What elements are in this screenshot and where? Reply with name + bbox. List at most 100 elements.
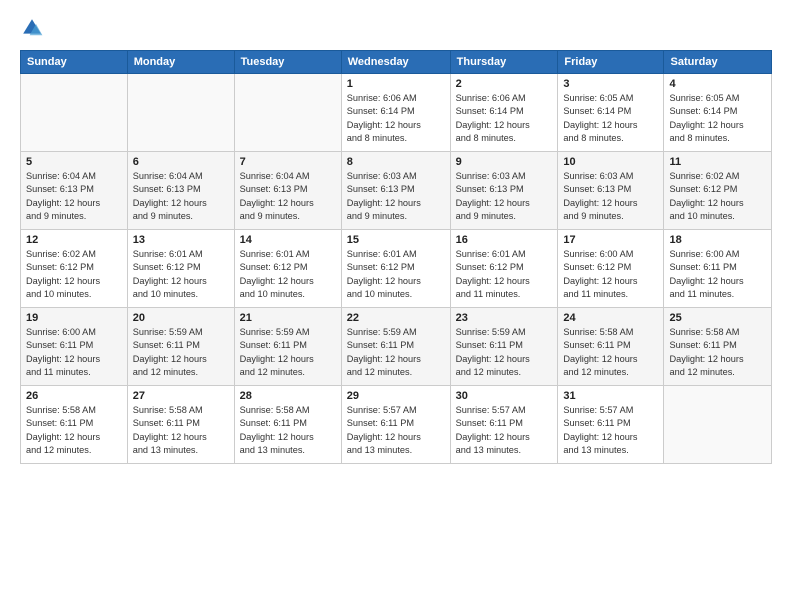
day-info: Sunrise: 6:06 AM Sunset: 6:14 PM Dayligh… (456, 92, 553, 145)
calendar-cell: 22 Sunrise: 5:59 AM Sunset: 6:11 PM Dayli… (341, 308, 450, 386)
day-number: 5 (26, 156, 122, 168)
day-number: 2 (456, 78, 553, 90)
day-number: 19 (26, 312, 122, 324)
day-info: Sunrise: 5:58 AM Sunset: 6:11 PM Dayligh… (563, 326, 658, 379)
day-number: 7 (240, 156, 336, 168)
day-number: 6 (133, 156, 229, 168)
calendar-cell: 14Sunrise: 6:01 AM Sunset: 6:12 PM Dayli… (234, 230, 341, 308)
calendar-day-header: Thursday (450, 51, 558, 74)
day-info: Sunrise: 5:58 AM Sunset: 6:11 PM Dayligh… (240, 404, 336, 457)
day-info: Sunrise: 6:02 AM Sunset: 6:12 PM Dayligh… (26, 248, 122, 301)
day-info: Sunrise: 6:00 AM Sunset: 6:11 PM Dayligh… (669, 248, 766, 301)
header (20, 16, 772, 40)
calendar-day-header: Saturday (664, 51, 772, 74)
logo (20, 16, 46, 40)
calendar-week-row: 19Sunrise: 6:00 AM Sunset: 6:11 PM Dayli… (21, 308, 772, 386)
calendar-day-header: Monday (127, 51, 234, 74)
calendar-cell: 31 Sunrise: 5:57 AM Sunset: 6:11 PM Dayli… (558, 386, 664, 464)
calendar-cell: 20 Sunrise: 5:59 AM Sunset: 6:11 PM Dayli… (127, 308, 234, 386)
calendar-cell: 8 Sunrise: 6:03 AM Sunset: 6:13 PM Daylig… (341, 152, 450, 230)
calendar-cell: 30Sunrise: 5:57 AM Sunset: 6:11 PM Dayli… (450, 386, 558, 464)
calendar-week-row: 5 Sunrise: 6:04 AM Sunset: 6:13 PM Daylig… (21, 152, 772, 230)
calendar-cell: 11Sunrise: 6:02 AM Sunset: 6:12 PM Dayli… (664, 152, 772, 230)
calendar-day-header: Friday (558, 51, 664, 74)
day-number: 18 (669, 234, 766, 246)
day-number: 10 (563, 156, 658, 168)
day-info: Sunrise: 5:59 AM Sunset: 6:11 PM Dayligh… (133, 326, 229, 379)
calendar-cell (234, 74, 341, 152)
day-info: Sunrise: 6:00 AM Sunset: 6:12 PM Dayligh… (563, 248, 658, 301)
day-info: Sunrise: 6:01 AM Sunset: 6:12 PM Dayligh… (347, 248, 445, 301)
calendar-cell: 9 Sunrise: 6:03 AM Sunset: 6:13 PM Daylig… (450, 152, 558, 230)
calendar-header-row: SundayMondayTuesdayWednesdayThursdayFrid… (21, 51, 772, 74)
calendar-cell: 25 Sunrise: 5:58 AM Sunset: 6:11 PM Dayli… (664, 308, 772, 386)
calendar-cell: 10 Sunrise: 6:03 AM Sunset: 6:13 PM Dayli… (558, 152, 664, 230)
day-info: Sunrise: 6:03 AM Sunset: 6:13 PM Dayligh… (456, 170, 553, 223)
day-info: Sunrise: 6:01 AM Sunset: 6:12 PM Dayligh… (456, 248, 553, 301)
day-info: Sunrise: 5:58 AM Sunset: 6:11 PM Dayligh… (26, 404, 122, 457)
day-info: Sunrise: 6:04 AM Sunset: 6:13 PM Dayligh… (240, 170, 336, 223)
day-number: 27 (133, 390, 229, 402)
day-info: Sunrise: 6:03 AM Sunset: 6:13 PM Dayligh… (563, 170, 658, 223)
calendar-cell: 24 Sunrise: 5:58 AM Sunset: 6:11 PM Dayli… (558, 308, 664, 386)
day-number: 16 (456, 234, 553, 246)
day-number: 20 (133, 312, 229, 324)
day-info: Sunrise: 5:59 AM Sunset: 6:11 PM Dayligh… (240, 326, 336, 379)
calendar-day-header: Tuesday (234, 51, 341, 74)
day-number: 3 (563, 78, 658, 90)
day-number: 24 (563, 312, 658, 324)
day-number: 1 (347, 78, 445, 90)
day-number: 26 (26, 390, 122, 402)
calendar-cell: 29 Sunrise: 5:57 AM Sunset: 6:11 PM Dayli… (341, 386, 450, 464)
calendar-week-row: 26 Sunrise: 5:58 AM Sunset: 6:11 PM Dayli… (21, 386, 772, 464)
calendar-cell: 21Sunrise: 5:59 AM Sunset: 6:11 PM Dayli… (234, 308, 341, 386)
calendar-cell (664, 386, 772, 464)
calendar-table: SundayMondayTuesdayWednesdayThursdayFrid… (20, 50, 772, 464)
day-number: 31 (563, 390, 658, 402)
day-info: Sunrise: 6:01 AM Sunset: 6:12 PM Dayligh… (133, 248, 229, 301)
day-number: 29 (347, 390, 445, 402)
day-number: 25 (669, 312, 766, 324)
day-info: Sunrise: 5:59 AM Sunset: 6:11 PM Dayligh… (347, 326, 445, 379)
calendar-cell: 26 Sunrise: 5:58 AM Sunset: 6:11 PM Dayli… (21, 386, 128, 464)
calendar-cell: 7 Sunrise: 6:04 AM Sunset: 6:13 PM Daylig… (234, 152, 341, 230)
calendar-cell: 1 Sunrise: 6:06 AM Sunset: 6:14 PM Daylig… (341, 74, 450, 152)
calendar-cell: 6 Sunrise: 6:04 AM Sunset: 6:13 PM Daylig… (127, 152, 234, 230)
day-info: Sunrise: 5:58 AM Sunset: 6:11 PM Dayligh… (669, 326, 766, 379)
day-info: Sunrise: 5:57 AM Sunset: 6:11 PM Dayligh… (456, 404, 553, 457)
day-number: 28 (240, 390, 336, 402)
day-number: 12 (26, 234, 122, 246)
day-info: Sunrise: 6:06 AM Sunset: 6:14 PM Dayligh… (347, 92, 445, 145)
day-info: Sunrise: 6:02 AM Sunset: 6:12 PM Dayligh… (669, 170, 766, 223)
calendar-cell: 19Sunrise: 6:00 AM Sunset: 6:11 PM Dayli… (21, 308, 128, 386)
day-info: Sunrise: 5:57 AM Sunset: 6:11 PM Dayligh… (563, 404, 658, 457)
day-info: Sunrise: 5:58 AM Sunset: 6:11 PM Dayligh… (133, 404, 229, 457)
day-number: 15 (347, 234, 445, 246)
day-info: Sunrise: 6:05 AM Sunset: 6:14 PM Dayligh… (669, 92, 766, 145)
calendar-cell (127, 74, 234, 152)
calendar-cell: 27 Sunrise: 5:58 AM Sunset: 6:11 PM Dayli… (127, 386, 234, 464)
calendar-cell: 5 Sunrise: 6:04 AM Sunset: 6:13 PM Daylig… (21, 152, 128, 230)
day-number: 8 (347, 156, 445, 168)
day-info: Sunrise: 6:04 AM Sunset: 6:13 PM Dayligh… (133, 170, 229, 223)
calendar-week-row: 1 Sunrise: 6:06 AM Sunset: 6:14 PM Daylig… (21, 74, 772, 152)
calendar-week-row: 12 Sunrise: 6:02 AM Sunset: 6:12 PM Dayli… (21, 230, 772, 308)
day-number: 14 (240, 234, 336, 246)
day-info: Sunrise: 5:57 AM Sunset: 6:11 PM Dayligh… (347, 404, 445, 457)
day-number: 22 (347, 312, 445, 324)
calendar-cell: 17 Sunrise: 6:00 AM Sunset: 6:12 PM Dayli… (558, 230, 664, 308)
calendar-cell (21, 74, 128, 152)
calendar-cell: 13Sunrise: 6:01 AM Sunset: 6:12 PM Dayli… (127, 230, 234, 308)
day-info: Sunrise: 6:03 AM Sunset: 6:13 PM Dayligh… (347, 170, 445, 223)
day-info: Sunrise: 5:59 AM Sunset: 6:11 PM Dayligh… (456, 326, 553, 379)
day-info: Sunrise: 6:04 AM Sunset: 6:13 PM Dayligh… (26, 170, 122, 223)
logo-icon (20, 16, 44, 40)
calendar-cell: 12 Sunrise: 6:02 AM Sunset: 6:12 PM Dayli… (21, 230, 128, 308)
calendar-cell: 16 Sunrise: 6:01 AM Sunset: 6:12 PM Dayli… (450, 230, 558, 308)
day-number: 17 (563, 234, 658, 246)
calendar-cell: 15 Sunrise: 6:01 AM Sunset: 6:12 PM Dayli… (341, 230, 450, 308)
calendar-day-header: Wednesday (341, 51, 450, 74)
day-number: 9 (456, 156, 553, 168)
calendar-cell: 3Sunrise: 6:05 AM Sunset: 6:14 PM Daylig… (558, 74, 664, 152)
calendar-cell: 2 Sunrise: 6:06 AM Sunset: 6:14 PM Daylig… (450, 74, 558, 152)
